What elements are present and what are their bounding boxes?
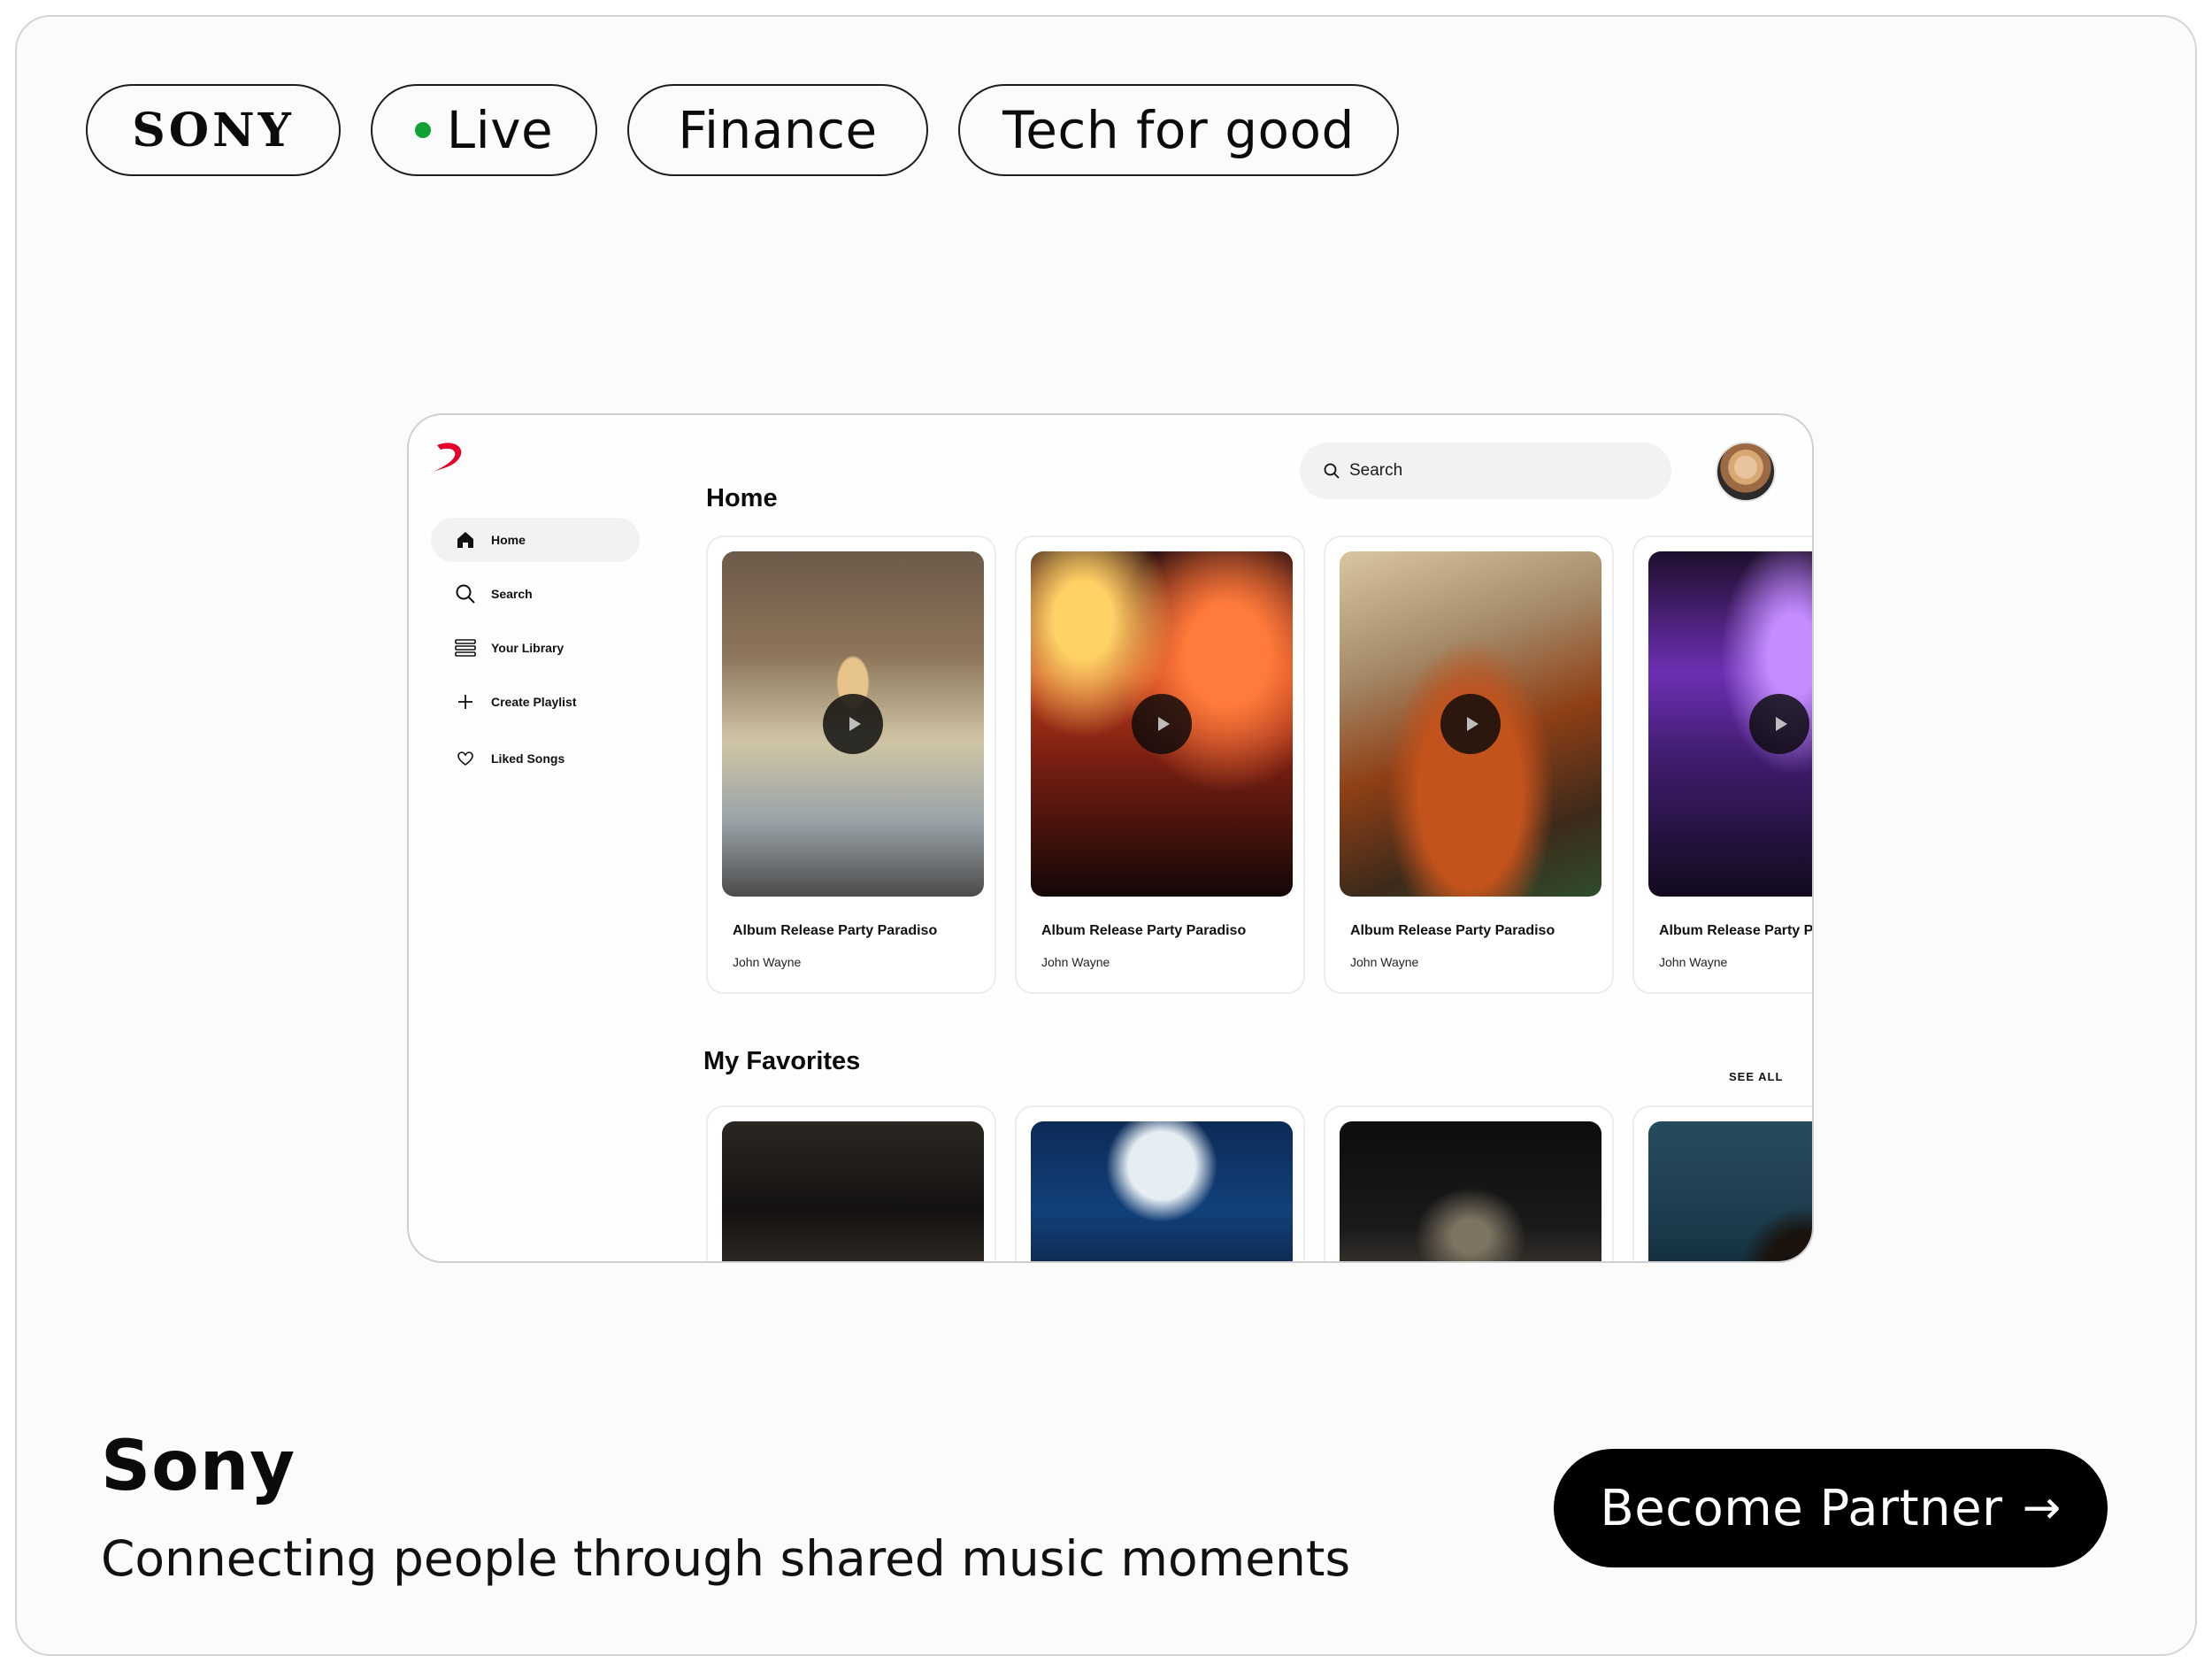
see-all-link[interactable]: SEE ALL — [1729, 1070, 1783, 1083]
album-cover-image — [1031, 551, 1293, 897]
search-icon — [454, 582, 477, 605]
avatar[interactable] — [1716, 442, 1776, 502]
album-artist: John Wayne — [1659, 955, 1728, 969]
play-icon — [1775, 717, 1787, 731]
play-button[interactable] — [1749, 694, 1809, 754]
cta-label: Become Partner — [1600, 1479, 2003, 1537]
live-dot-icon — [414, 122, 431, 138]
album-cover-image — [1648, 551, 1812, 897]
search-icon — [1324, 463, 1340, 479]
sidebar-item-label: Liked Songs — [491, 751, 565, 766]
page-title: Home — [706, 484, 778, 512]
favorite-cover-image — [722, 1121, 984, 1261]
brand-tag-label: SONY — [132, 103, 295, 158]
favorite-card[interactable] — [1632, 1105, 1812, 1261]
search-input[interactable]: Search — [1300, 443, 1671, 499]
brand-tag: SONY — [86, 84, 341, 176]
sidebar-item-create-playlist[interactable]: Create Playlist — [431, 680, 640, 724]
album-artist: John Wayne — [733, 955, 802, 969]
favorites-title: My Favorites — [703, 1047, 861, 1075]
app-mockup: Home Search Your Library Create Playlist — [407, 413, 1814, 1263]
finance-tag: Finance — [627, 84, 928, 176]
album-card[interactable]: Album Release Party Pa John Wayne — [1632, 535, 1814, 994]
tech-tag: Tech for good — [958, 84, 1399, 176]
favorite-cover-image — [1648, 1121, 1812, 1261]
sidebar-item-label: Search — [491, 587, 533, 601]
album-card[interactable]: Album Release Party Paradiso John Wayne — [1015, 535, 1305, 994]
play-icon — [1157, 717, 1170, 731]
company-tagline: Connecting people through shared music m… — [101, 1530, 1351, 1587]
play-icon — [849, 717, 861, 731]
sidebar-item-home[interactable]: Home — [431, 518, 640, 562]
sidebar-item-library[interactable]: Your Library — [431, 626, 640, 670]
album-cover-image — [722, 551, 984, 897]
play-button[interactable] — [823, 694, 883, 754]
album-title: Album Release Party Paradiso — [1350, 923, 1555, 938]
album-artist: John Wayne — [1041, 955, 1110, 969]
home-icon — [454, 528, 477, 551]
album-title: Album Release Party Paradiso — [1041, 923, 1247, 938]
project-card: SONY Live Finance Tech for good Home Sea… — [15, 15, 2197, 1656]
sidebar: Home Search Your Library Create Playlist — [431, 518, 640, 790]
sidebar-item-label: Your Library — [491, 641, 565, 655]
live-tag-label: Live — [446, 100, 554, 160]
album-title: Album Release Party Pa — [1659, 923, 1814, 938]
album-card[interactable]: Album Release Party Paradiso John Wayne — [706, 535, 996, 994]
arrow-right-icon: → — [2022, 1482, 2062, 1535]
plus-icon — [454, 690, 477, 713]
favorite-card[interactable] — [706, 1105, 996, 1261]
favorite-card[interactable] — [1015, 1105, 1305, 1261]
sidebar-item-search[interactable]: Search — [431, 572, 640, 616]
become-partner-button[interactable]: Become Partner → — [1554, 1449, 2108, 1567]
play-button[interactable] — [1132, 694, 1192, 754]
live-tag: Live — [371, 84, 597, 176]
play-icon — [1466, 717, 1479, 731]
heart-icon — [454, 747, 477, 770]
sidebar-item-liked-songs[interactable]: Liked Songs — [431, 736, 640, 781]
album-artist: John Wayne — [1350, 955, 1419, 969]
sidebar-item-label: Create Playlist — [491, 695, 577, 709]
album-card[interactable]: Album Release Party Paradiso John Wayne — [1324, 535, 1614, 994]
sony-music-logo-icon — [434, 443, 462, 472]
favorite-cover-image — [1031, 1121, 1293, 1261]
album-cover-image — [1340, 551, 1601, 897]
sidebar-item-label: Home — [491, 533, 526, 547]
album-title: Album Release Party Paradiso — [733, 923, 938, 938]
library-icon — [454, 636, 477, 659]
company-name: Sony — [101, 1427, 296, 1506]
play-button[interactable] — [1440, 694, 1501, 754]
tech-tag-label: Tech for good — [1002, 100, 1355, 160]
favorite-card[interactable] — [1324, 1105, 1614, 1261]
search-placeholder: Search — [1349, 461, 1403, 480]
finance-tag-label: Finance — [678, 100, 878, 160]
favorite-cover-image — [1340, 1121, 1601, 1261]
